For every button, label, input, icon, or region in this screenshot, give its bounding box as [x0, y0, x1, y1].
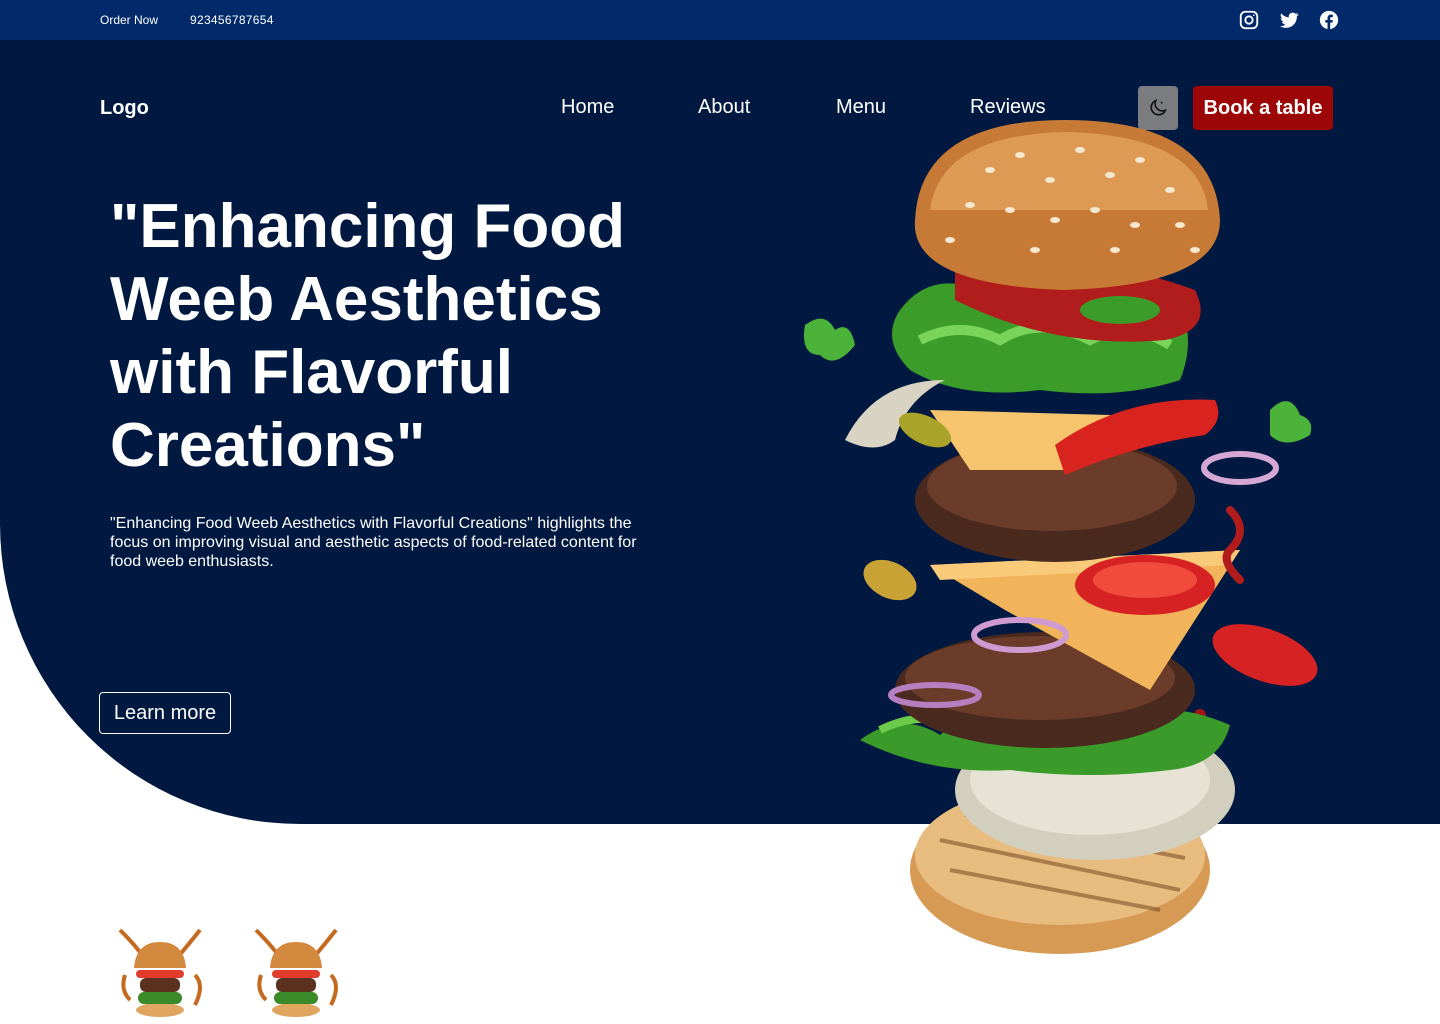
exploded-burger-image [804, 120, 1318, 954]
hero-headline: "Enhancing Food Weeb Aesthetics with Fla… [110, 192, 626, 480]
landing-page: Order Now 923456787654 Logo Home About M… [0, 0, 1440, 1024]
learn-more-button[interactable]: Learn more [99, 692, 231, 734]
site-logo[interactable]: Logo [100, 97, 149, 120]
top-bar: Order Now 923456787654 [0, 0, 1440, 40]
hero-description: "Enhancing Food Weeb Aesthetics with Fla… [110, 515, 637, 570]
phone-number[interactable]: 923456787654 [190, 13, 274, 27]
nav-home[interactable]: Home [561, 96, 614, 119]
burger-thumbnail-1[interactable] [110, 920, 210, 1020]
burger-thumbnail-2[interactable] [246, 920, 346, 1020]
instagram-icon[interactable] [1238, 9, 1260, 31]
twitter-icon[interactable] [1278, 9, 1300, 31]
nav-about[interactable]: About [698, 96, 750, 119]
order-now-link[interactable]: Order Now [100, 13, 158, 27]
facebook-icon[interactable] [1318, 9, 1340, 31]
